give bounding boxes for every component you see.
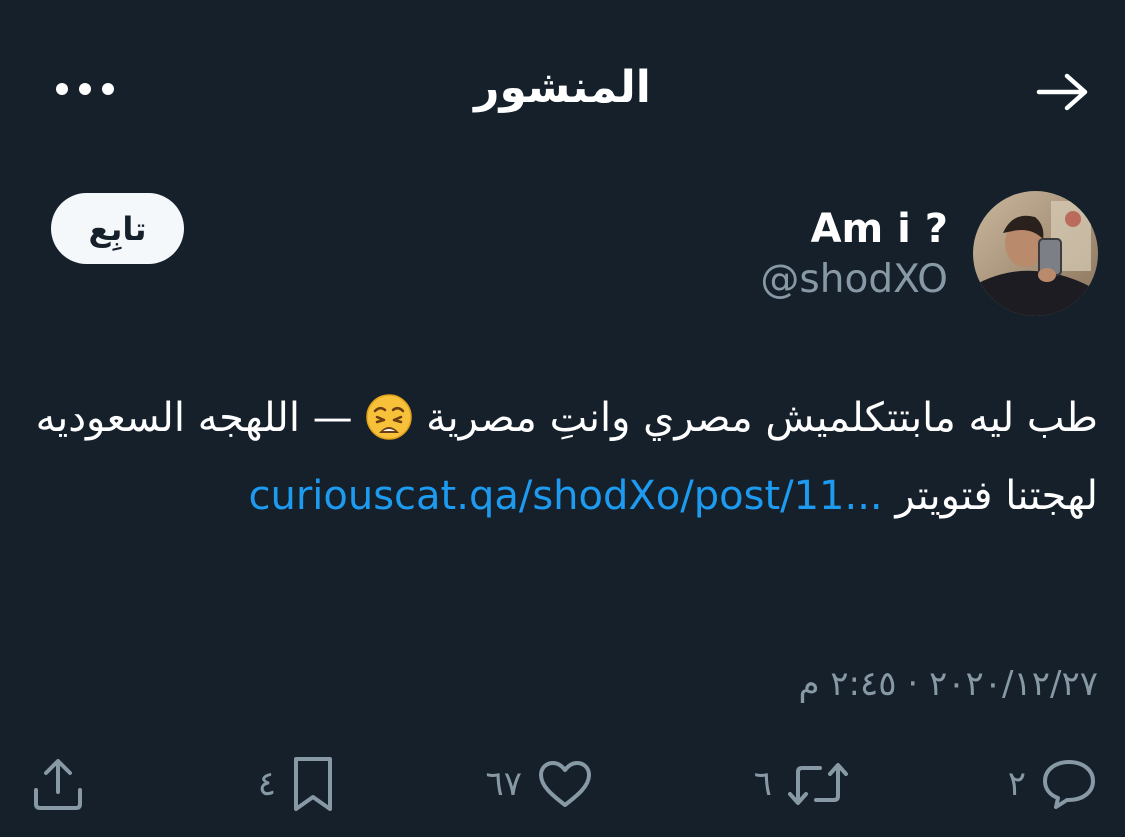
reply-bubble-icon[interactable] xyxy=(1040,758,1098,810)
avatar[interactable] xyxy=(973,191,1098,316)
display-name[interactable]: Am i ? xyxy=(811,203,948,255)
reply-button[interactable]: ٢ xyxy=(1008,752,1098,816)
share-icon[interactable] xyxy=(30,756,86,812)
more-options-button[interactable] xyxy=(40,62,130,116)
bookmark-icon[interactable] xyxy=(290,755,336,813)
like-button[interactable]: ٦٧ xyxy=(485,752,594,816)
reply-count: ٢ xyxy=(1007,764,1026,804)
bookmark-button[interactable]: ٤ xyxy=(258,752,336,816)
bookmark-count: ٤ xyxy=(257,764,276,804)
tweet-link[interactable]: curiouscat.qa/shodXo/post/11... xyxy=(248,473,882,519)
page-title: المنشور xyxy=(474,62,651,113)
tweet-text-part1: طب ليه مابتتكلميش مصري وانتِ مصرية xyxy=(426,395,1098,441)
share-button[interactable] xyxy=(30,752,86,816)
like-count: ٦٧ xyxy=(485,764,522,804)
top-bar: المنشور xyxy=(0,0,1125,175)
tweet-text: طب ليه مابتتكلميش مصري وانتِ مصرية — الل… xyxy=(30,384,1098,530)
heart-icon[interactable] xyxy=(536,758,594,810)
timestamp: ٢٠٢٠/١٢/٢٧ · ٢:٤٥ م xyxy=(798,664,1098,704)
weary-face-emoji-icon xyxy=(365,393,413,462)
retweet-button[interactable]: ٦ xyxy=(754,752,850,816)
more-horizontal-icon[interactable] xyxy=(55,82,115,96)
follow-button[interactable]: تابِع xyxy=(51,193,184,264)
retweet-icon[interactable] xyxy=(786,758,850,810)
user-handle[interactable]: @shodXO xyxy=(760,254,948,306)
retweet-count: ٦ xyxy=(753,764,772,804)
